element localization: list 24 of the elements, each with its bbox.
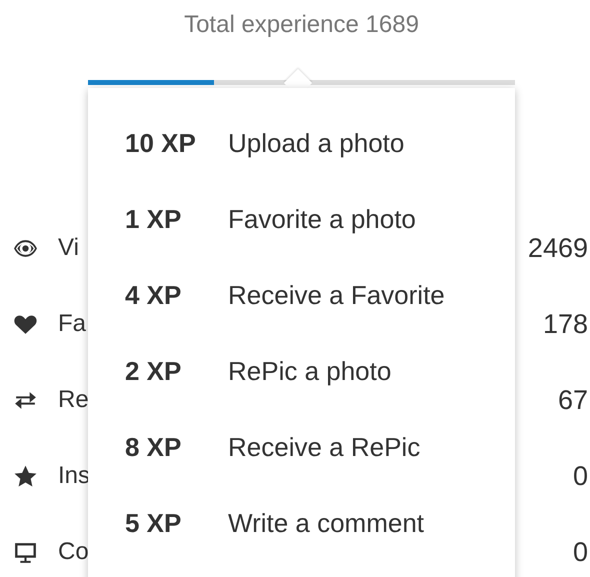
stat-value: 0 xyxy=(572,536,589,569)
stat-value: 67 xyxy=(558,384,589,417)
action-text: Upload a photo xyxy=(228,126,404,160)
stat-label: Co xyxy=(58,537,89,567)
xp-amount: 2 XP xyxy=(125,354,182,388)
action-text: RePic a photo xyxy=(228,354,392,388)
action-text: Write a comment xyxy=(228,506,424,540)
xp-amount: 5 XP xyxy=(125,506,182,540)
stat-value: 178 xyxy=(542,308,589,341)
xp-amount: 1 XP xyxy=(125,202,182,236)
xp-amount: 8 XP xyxy=(125,430,182,464)
stat-label: Fa xyxy=(58,309,86,339)
xp-amount: 10 XP xyxy=(125,126,197,160)
xp-amount: 4 XP xyxy=(125,278,182,312)
action-text: Receive a RePic xyxy=(228,430,420,464)
star-icon xyxy=(13,464,38,488)
action-text: Receive a Favorite xyxy=(228,278,445,312)
stat-label: Re xyxy=(58,385,89,415)
title-text: Total experience 1689 xyxy=(183,10,420,40)
stat-label: Vi xyxy=(58,233,79,263)
stat-label: Ins xyxy=(58,461,90,491)
stat-value: 2469 xyxy=(528,232,589,265)
stat-value: 0 xyxy=(572,460,589,493)
action-text: Favorite a photo xyxy=(228,202,416,236)
